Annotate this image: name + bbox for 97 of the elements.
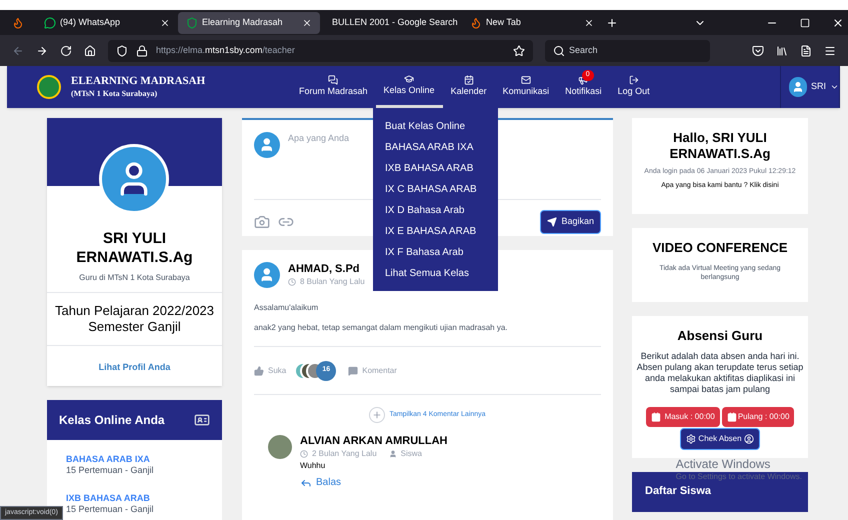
share-button[interactable]: Bagikan [540,210,601,234]
attendance-text: Berikut adalah data absen anda hari ini. Absen pulang akan terupdate terus setiap anda melakukan aktifitas diaplikasi ini sampai batas jam pulang [636,350,804,394]
tab-site-icon [470,16,482,28]
close-icon[interactable] [584,18,594,28]
library-icon[interactable] [776,44,788,56]
welcome-title: Hallo, SRI YULI ERNAWATI.S.Ag [668,130,772,162]
post-time: 8 Bulan Yang Lalu [300,276,365,287]
nav-item-icon [520,75,531,86]
camera-icon[interactable] [254,214,270,230]
dropdown-item[interactable]: BAHASA ARAB IXA [373,137,498,158]
dropdown-item[interactable]: IXB BAHASA ARAB [373,158,498,179]
bookmark-star-icon[interactable] [513,44,525,56]
browser-tab[interactable]: (94) WhatsApp [36,12,178,34]
students-title: Daftar Siswa [645,484,712,500]
nav-item[interactable]: Forum Madrasah [291,66,376,108]
dropdown-item[interactable]: IX D Bahasa Arab [373,200,498,221]
nav-item[interactable]: Log Out [610,66,658,108]
class-meta: 15 Pertemuan - Ganjil [66,504,155,515]
search-field[interactable]: Search [545,40,710,62]
close-icon[interactable] [832,16,844,28]
nav-item-icon [628,75,639,86]
semester: Semester Ganjil [87,318,182,335]
comment-author: ALVIAN ARKAN AMRULLAH [300,435,448,449]
activation-notice-text: Go to Settings to activate Windows. [676,472,802,482]
menu-icon[interactable] [824,44,836,56]
photo-placeholder [268,435,292,459]
calendar-icon [726,412,737,422]
nav-item[interactable]: Kalender [442,66,495,108]
user-menu[interactable]: SRI [810,80,826,94]
calendar-icon [650,412,661,422]
dropdown-item[interactable]: IX F Bahasa Arab [373,242,498,263]
check-in-button[interactable]: Masuk : 00:00 [646,406,720,426]
send-icon [547,216,558,227]
school-year: Tahun Pelajaran 2022/2023 [54,302,216,319]
profile-name: SRI YULI ERNAWATI.S.Ag [75,230,194,268]
post-author: AHMAD, S.Pd [288,263,360,277]
thumbs-up-icon [254,366,264,376]
dropdown-item[interactable]: Buat Kelas Online [373,116,498,137]
reload-icon[interactable] [60,44,72,56]
profile-link[interactable]: Lihat Profil Anda [98,362,170,372]
comment-icon [348,366,358,376]
class-link[interactable]: IXB BAHASA ARAB [66,492,222,504]
nav-item-icon [578,75,588,86]
home-icon[interactable] [84,44,96,56]
address-field[interactable]: https://elma.mtsn1sby.com/teacher [108,40,533,62]
browser-tab[interactable]: BULLEN 2001 - Google Search [320,12,462,34]
id-card-icon [194,412,210,428]
tab-site-icon [44,16,56,28]
shield-icon [116,44,128,56]
dropdown-item[interactable]: IX C BAHASA ARAB [373,179,498,200]
lock-icon [136,44,148,56]
nav-item-icon [404,74,414,84]
user-icon [388,450,397,458]
browser-tab[interactable]: Elearning Madrasah [178,12,320,34]
nav-item-icon [464,75,474,86]
site-title: ELEARNING MADRASAH [71,75,206,89]
clock-icon [300,450,308,458]
attendance-title: Absensi Guru [676,327,764,345]
comment-time: 2 Bulan Yang Lalu [312,448,377,459]
reply-icon [300,477,312,489]
forward-icon[interactable] [36,44,48,56]
dropdown-item[interactable]: IX E BAHASA ARAB [373,221,498,242]
author-avatar [254,262,280,288]
clock-icon [288,278,296,286]
browser-logo-icon[interactable] [12,16,24,28]
comment-role: Siswa [400,448,422,459]
pocket-icon[interactable] [752,44,764,56]
activation-notice-title: Activate Windows [676,457,772,472]
nav-item[interactable]: Komunikasi [494,66,558,108]
user-avatar [254,132,280,158]
user-circle-icon [744,434,754,444]
madrasah-logo-icon [37,75,61,99]
classes-title: Kelas Online Anda [59,412,165,429]
gear-icon [686,434,696,444]
maximize-icon[interactable] [800,18,810,28]
check-attendance-button[interactable]: Chek Absen [680,428,760,450]
check-out-button[interactable]: Pulang : 00:00 [722,406,794,426]
comment-text: Wuhhu [300,460,326,471]
user-avatar[interactable] [789,77,807,97]
back-icon[interactable] [12,44,24,56]
close-icon[interactable] [302,18,312,28]
reply-button[interactable]: Balas [300,476,342,490]
tab-site-icon [186,16,198,28]
reader-icon[interactable] [800,44,812,56]
browser-tab[interactable]: New Tab [462,12,602,34]
close-icon[interactable] [160,18,170,28]
class-link[interactable]: BAHASA ARAB IXA [66,454,222,466]
nav-item-icon [328,75,338,86]
new-tab-icon[interactable] [606,16,618,28]
video-title: VIDEO CONFERENCE [652,239,788,257]
post-text: anak2 yang hebat, tetap semangat dalam mengikuti ujian madrasah ya. [254,322,508,334]
class-meta: 15 Pertemuan - Ganjil [66,465,155,476]
dropdown-item[interactable]: Lihat Semua Kelas [373,263,498,284]
search-icon [553,44,565,56]
profile-role: Guru di MTsN 1 Kota Surabaya [78,272,191,284]
post-text: Assalamu'alaikum [254,302,320,314]
site-subtitle: (MTsN 1 Kota Surabaya) [71,88,158,99]
